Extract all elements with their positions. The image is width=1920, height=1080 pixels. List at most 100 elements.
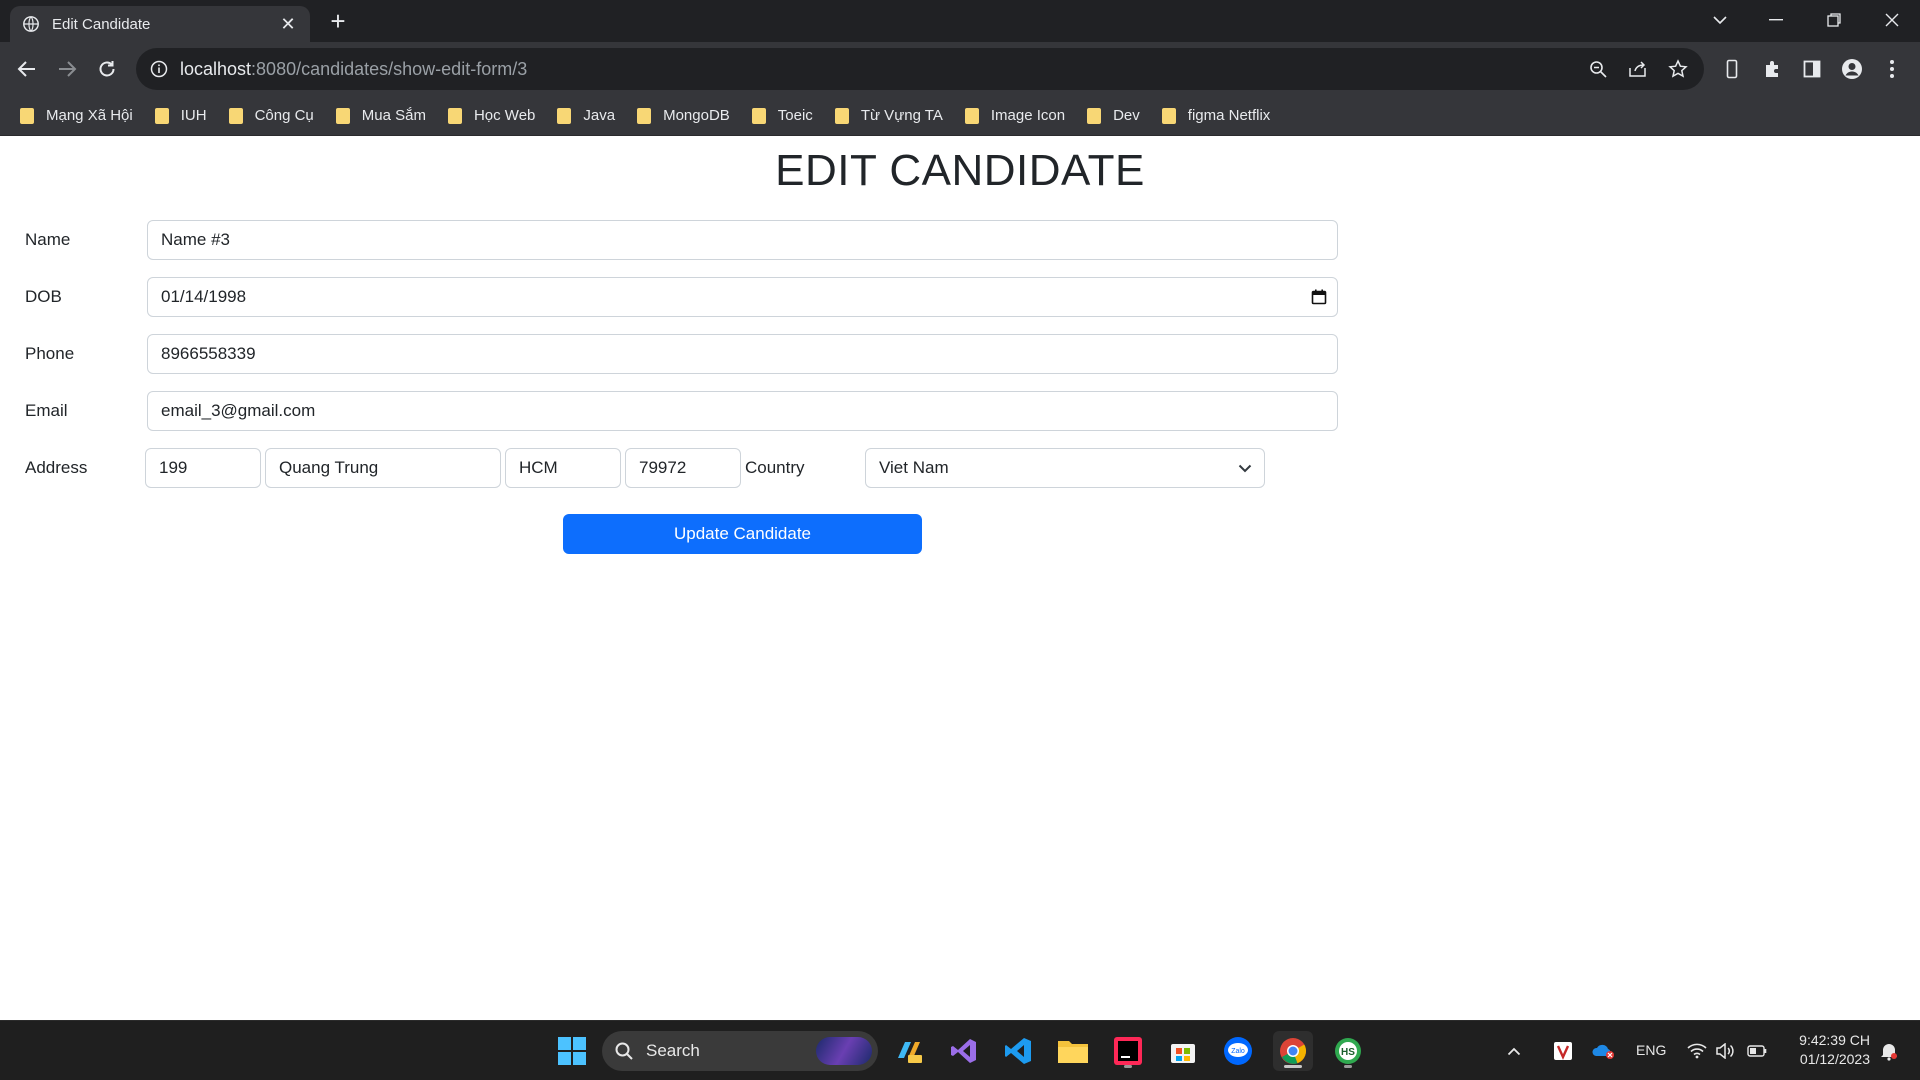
bookmarks-bar: Mạng Xã Hội IUH Công Cụ Mua Sắm Học Web …: [0, 96, 1920, 136]
email-input[interactable]: email_3@gmail.com: [147, 391, 1338, 431]
restore-icon[interactable]: [1814, 4, 1854, 36]
zalo-icon[interactable]: Zalo: [1218, 1031, 1258, 1071]
bookmark-label: Dev: [1113, 107, 1140, 124]
calendar-icon[interactable]: [1311, 289, 1327, 305]
dob-date-input[interactable]: 01/14/1998: [147, 277, 1338, 317]
bookmark-label: Từ Vựng TA: [860, 107, 943, 124]
bookmark-star-icon[interactable]: [1666, 57, 1690, 81]
tray-app-icon[interactable]: [1548, 1031, 1578, 1071]
country-label: Country: [745, 458, 805, 477]
country-select[interactable]: Viet Nam: [865, 448, 1265, 488]
bookmark-label: Công Cụ: [254, 107, 314, 124]
search-label: Search: [646, 1041, 700, 1060]
chevron-down-icon: [1238, 464, 1252, 472]
search-highlight-image: [816, 1037, 872, 1065]
bookmark-label: figma Netflix: [1187, 107, 1271, 124]
bookmark-folder[interactable]: Mạng Xã Hội: [20, 107, 133, 124]
bookmark-folder[interactable]: Java: [557, 107, 615, 124]
city-input[interactable]: HCM: [505, 448, 621, 488]
bookmark-label: MongoDB: [663, 107, 730, 124]
profile-icon[interactable]: [1838, 55, 1866, 83]
address-bar[interactable]: localhost:8080/candidates/show-edit-form…: [136, 48, 1704, 90]
language-indicator[interactable]: ENG: [1636, 1042, 1666, 1058]
folder-icon: [834, 107, 849, 124]
chrome-icon[interactable]: [1273, 1031, 1313, 1071]
zipcode-input[interactable]: 79972: [625, 448, 741, 488]
name-input[interactable]: Name #3: [147, 220, 1338, 260]
bookmark-folder[interactable]: IUH: [154, 107, 207, 124]
microsoft-store-icon[interactable]: [1163, 1031, 1203, 1071]
bookmark-label: Học Web: [473, 107, 536, 124]
new-tab-button[interactable]: +: [324, 8, 352, 36]
zoom-icon[interactable]: [1586, 57, 1610, 81]
update-candidate-button[interactable]: Update Candidate: [563, 514, 922, 554]
bookmark-label: Image Icon: [990, 107, 1066, 124]
close-tab-icon[interactable]: ✕: [278, 14, 298, 35]
bookmark-folder[interactable]: Từ Vựng TA: [834, 107, 943, 124]
page-title: EDIT CANDIDATE: [775, 146, 1145, 195]
chevron-up-icon[interactable]: [1502, 1031, 1526, 1071]
volume-icon[interactable]: [1712, 1031, 1738, 1071]
vscode-icon[interactable]: [998, 1031, 1038, 1071]
bookmark-folder[interactable]: Mua Sắm: [335, 107, 426, 124]
bookmark-folder[interactable]: Công Cụ: [228, 107, 314, 124]
folder-icon: [335, 107, 350, 124]
bookmark-label: Toeic: [777, 107, 813, 124]
bookmark-folder[interactable]: Image Icon: [964, 107, 1066, 124]
visual-studio-icon[interactable]: [944, 1031, 984, 1071]
windows-start-icon[interactable]: [552, 1031, 592, 1071]
site-info-icon[interactable]: [150, 60, 168, 78]
bookmark-folder[interactable]: Dev: [1087, 107, 1140, 124]
share-icon[interactable]: [1626, 57, 1650, 81]
copilot-pre-icon[interactable]: [889, 1031, 929, 1071]
address-label: Address: [25, 458, 88, 477]
file-explorer-icon[interactable]: [1053, 1031, 1093, 1071]
battery-icon[interactable]: [1744, 1031, 1770, 1071]
browser-tab[interactable]: Edit Candidate ✕: [10, 6, 310, 42]
folder-icon: [637, 107, 652, 124]
bookmark-folder[interactable]: figma Netflix: [1161, 107, 1271, 124]
name-row: Name Name #3: [25, 220, 1338, 260]
phone-row: Phone 8966558339: [25, 334, 1338, 374]
minimize-icon[interactable]: [1756, 4, 1796, 36]
wifi-icon[interactable]: [1684, 1031, 1710, 1071]
dob-label: DOB: [25, 287, 62, 306]
close-window-icon[interactable]: [1872, 4, 1912, 36]
side-panel-icon[interactable]: [1798, 55, 1826, 83]
bookmark-label: Mạng Xã Hội: [46, 107, 133, 124]
tab-title: Edit Candidate: [52, 15, 151, 33]
hs-app-icon[interactable]: HS: [1328, 1031, 1368, 1071]
menu-dots-icon[interactable]: [1878, 55, 1906, 83]
folder-icon: [228, 107, 243, 124]
country-value: Viet Nam: [879, 458, 949, 477]
dob-value: 01/14/1998: [161, 287, 247, 306]
phone-input[interactable]: 8966558339: [147, 334, 1338, 374]
street-number-input[interactable]: 199: [145, 448, 261, 488]
taskbar-search[interactable]: Search: [602, 1031, 878, 1071]
reload-icon[interactable]: [93, 55, 121, 83]
globe-icon: [23, 16, 39, 32]
tab-bar: Edit Candidate ✕ +: [0, 0, 1920, 42]
phone-label: Phone: [25, 344, 75, 363]
extensions-icon[interactable]: [1758, 55, 1786, 83]
bookmark-folder[interactable]: Toeic: [751, 107, 813, 124]
bookmark-folder[interactable]: Học Web: [447, 107, 536, 124]
onedrive-icon[interactable]: [1588, 1031, 1618, 1071]
street-input[interactable]: Quang Trung: [265, 448, 501, 488]
folder-icon: [447, 107, 462, 124]
device-icon[interactable]: [1718, 55, 1746, 83]
system-clock[interactable]: 9:42:39 CH 01/12/2023: [1780, 1031, 1870, 1069]
svg-text:HS: HS: [1341, 1047, 1355, 1058]
forward-arrow-icon[interactable]: [53, 55, 81, 83]
intellij-icon[interactable]: [1108, 1031, 1148, 1071]
back-arrow-icon[interactable]: [13, 55, 41, 83]
clock-time: 9:42:39 CH: [1799, 1032, 1870, 1048]
folder-icon: [964, 107, 979, 124]
notification-bell-icon[interactable]: [1876, 1031, 1902, 1071]
folder-icon: [20, 107, 34, 124]
tab-search-icon[interactable]: [1700, 4, 1740, 36]
bookmark-folder[interactable]: MongoDB: [637, 107, 730, 124]
url-path: :8080/candidates/show-edit-form/3: [251, 58, 528, 79]
bookmark-label: IUH: [180, 107, 207, 124]
folder-icon: [751, 107, 766, 124]
